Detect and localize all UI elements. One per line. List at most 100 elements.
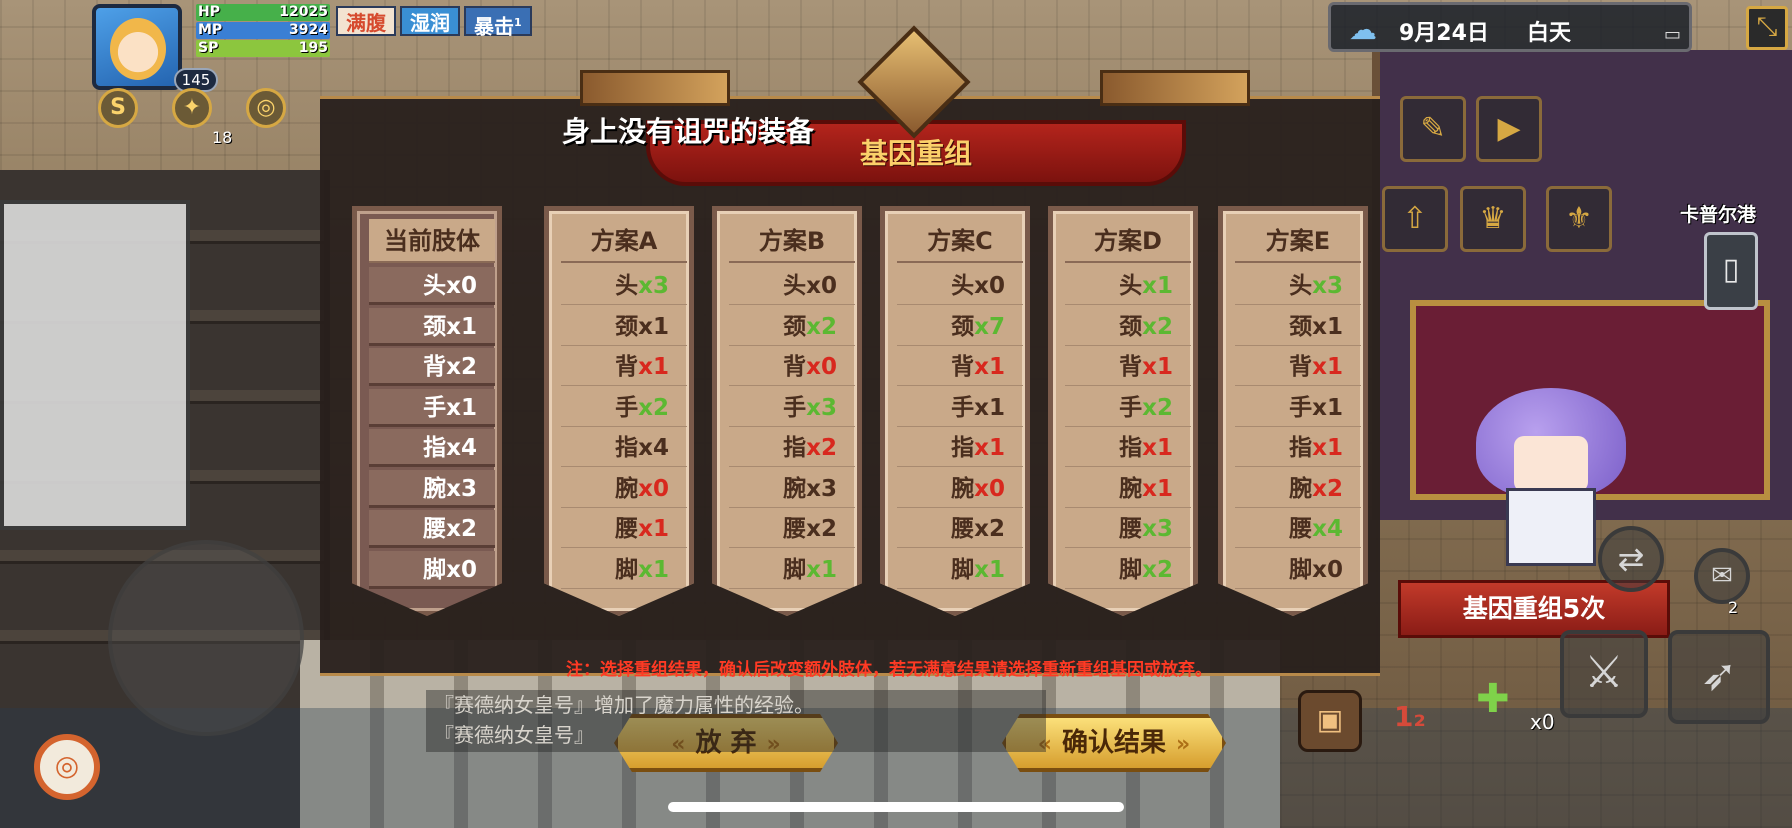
limb-count: x1: [638, 313, 669, 340]
limb-row: 头x3: [561, 267, 687, 305]
limb-part: 颈: [951, 313, 975, 340]
plan-column[interactable]: 方案A 头x3 颈x1 背x1 手x2 指x4 腕x0 腰x1 脚x1: [544, 206, 694, 616]
phone-icon[interactable]: ▯: [1704, 232, 1758, 310]
limb-part: 背: [423, 354, 447, 380]
limb-count: x2: [1312, 475, 1343, 502]
backpack-icon[interactable]: ▣: [1298, 690, 1362, 752]
limb-count: x3: [1142, 516, 1173, 542]
stat-sp: SP 195: [196, 40, 330, 57]
limb-row: 头x3: [1235, 267, 1361, 305]
limb-part: 腰: [1289, 516, 1313, 542]
limb-row: 脚x1: [729, 551, 855, 589]
stat-value: 12025: [279, 4, 328, 20]
player-portrait[interactable]: [92, 4, 182, 90]
home-indicator[interactable]: [668, 802, 1124, 812]
limb-part: 脚: [783, 556, 807, 583]
limb-count: x0: [638, 475, 669, 502]
limb-row: 背x1: [1235, 348, 1361, 386]
limb-count: x2: [806, 516, 837, 542]
player-face: [110, 18, 166, 80]
limb-part: 腕: [1289, 475, 1313, 502]
stat-mp: MP 3924: [196, 22, 330, 39]
time-of-day-text: 白天: [1527, 21, 1572, 46]
column-header: 当前肢体: [369, 219, 495, 263]
upgrade-icon[interactable]: ⇧: [1382, 186, 1448, 252]
limb-part: 指: [951, 435, 975, 461]
limb-count: x0: [446, 556, 477, 583]
location-name: 卡普尔港: [1680, 204, 1757, 226]
limb-row: 颈x1: [1235, 308, 1361, 346]
skill-mp-icon[interactable]: ◎: [246, 88, 286, 128]
trophy-icon[interactable]: ♛: [1460, 186, 1526, 252]
mail-icon[interactable]: ✉: [1694, 548, 1750, 604]
play-icon[interactable]: ▶: [1476, 96, 1542, 162]
limb-row: 头x1: [1065, 267, 1191, 305]
shrink-window-icon[interactable]: ⤡: [1746, 6, 1788, 50]
status-tag-count: 1: [514, 16, 522, 29]
npc-body: [1506, 488, 1596, 566]
limb-row: 脚x0: [1235, 551, 1361, 589]
limb-part: 腕: [951, 475, 975, 502]
limb-count: x1: [1142, 273, 1173, 299]
limb-row: 腕x2: [1235, 470, 1361, 508]
limb-count: x2: [806, 435, 837, 461]
limb-row: 背x0: [729, 348, 855, 386]
skill-s-icon[interactable]: S: [98, 88, 138, 128]
limb-row: 手x1: [369, 388, 495, 427]
limb-count: x1: [974, 435, 1005, 461]
limb-part: 脚: [1119, 556, 1143, 583]
plan-column[interactable]: 方案C 头x0 颈x7 背x1 手x1 指x1 腕x0 腰x2 脚x1: [880, 206, 1030, 616]
sword-icon[interactable]: ⚔: [1560, 630, 1648, 718]
status-tag[interactable]: 满腹: [336, 6, 396, 36]
limb-row: 手x2: [1065, 389, 1191, 427]
limb-part: 头: [783, 273, 807, 299]
emblem-icon[interactable]: ⚜: [1546, 186, 1612, 252]
virtual-joystick[interactable]: [108, 540, 304, 736]
potion-icon[interactable]: ✚: [1476, 676, 1510, 722]
column-header: 方案B: [729, 219, 855, 263]
bow-icon[interactable]: ➶: [1668, 630, 1770, 724]
limb-part: 指: [783, 435, 807, 461]
limb-part: 腕: [783, 475, 807, 502]
limb-part: 脚: [423, 556, 447, 583]
limb-part: 腰: [951, 516, 975, 542]
status-tag[interactable]: 湿润: [400, 6, 460, 36]
skill-crest-icon[interactable]: ✦: [172, 88, 212, 128]
quest-book-icon[interactable]: 1₂: [1394, 700, 1434, 740]
limb-row: 背x1: [561, 348, 687, 386]
limb-part: 腰: [783, 516, 807, 542]
status-tag[interactable]: 暴击1: [464, 6, 532, 39]
swap-icon[interactable]: ⇄: [1598, 526, 1664, 592]
limb-part: 背: [1119, 354, 1143, 380]
column-header: 方案D: [1065, 219, 1191, 263]
limb-row: 腕x0: [897, 470, 1023, 508]
stat-label: SP: [198, 40, 219, 56]
limb-count: x0: [446, 273, 477, 299]
limb-count: x2: [638, 394, 669, 421]
feather-icon[interactable]: ✎: [1400, 96, 1466, 162]
plan-column[interactable]: 方案E 头x3 颈x1 背x1 手x1 指x1 腕x2 腰x4 脚x0: [1218, 206, 1368, 616]
rain-cloud-icon: ☁: [1349, 13, 1377, 46]
plan-column[interactable]: 方案B 头x0 颈x2 背x0 手x3 指x2 腕x3 腰x2 脚x1: [712, 206, 862, 616]
limb-row: 脚x1: [561, 551, 687, 589]
limb-count: x0: [806, 273, 837, 299]
limb-part: 颈: [423, 313, 447, 340]
limb-count: x2: [1142, 394, 1173, 421]
limb-count: x1: [638, 354, 669, 380]
limb-count: x3: [806, 475, 837, 502]
column-header: 方案A: [561, 219, 687, 263]
limb-count: x1: [638, 556, 669, 583]
limb-count: x1: [974, 556, 1005, 583]
limb-part: 头: [423, 273, 447, 299]
banner-left-wing: [580, 70, 730, 106]
stat-value: 3924: [289, 22, 328, 38]
limb-row: 手x2: [561, 389, 687, 427]
message-log: 『赛德纳女皇号』增加了魔力属性的经验。 『赛德纳女皇号』: [426, 690, 1046, 752]
limb-row: 指x1: [897, 429, 1023, 467]
limb-part: 背: [951, 354, 975, 380]
life-ring-icon[interactable]: ◎: [34, 734, 100, 800]
limb-part: 头: [615, 273, 639, 299]
limb-part: 头: [1119, 273, 1143, 299]
plan-column[interactable]: 方案D 头x1 颈x2 背x1 手x2 指x1 腕x1 腰x3 脚x2: [1048, 206, 1198, 616]
limb-row: 手x1: [897, 389, 1023, 427]
